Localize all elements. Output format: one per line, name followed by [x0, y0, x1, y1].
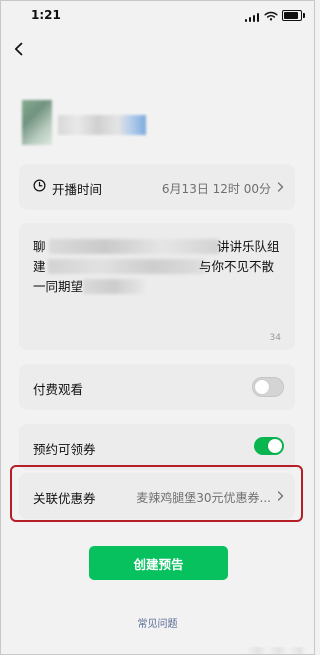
status-time: 1:21: [31, 8, 61, 22]
redacted-text-block: [83, 279, 145, 294]
linked-coupon-value: 麦辣鸡腿堡30元优惠券...: [136, 491, 271, 505]
status-icons: [245, 7, 305, 23]
battery-icon: [282, 10, 305, 21]
battery-fill: [284, 12, 298, 19]
back-chevron-icon[interactable]: [10, 40, 28, 58]
create-preview-button[interactable]: 创建预告: [89, 546, 228, 580]
faq-link[interactable]: 常见问题: [0, 615, 315, 630]
redacted-text-block: [48, 259, 205, 274]
chevron-right-icon: [277, 182, 284, 192]
toggle-knob: [255, 380, 269, 394]
description-line-1-left: 聊: [33, 239, 46, 254]
paid-watch-toggle[interactable]: [252, 377, 284, 397]
linked-coupon-row[interactable]: 关联优惠券 麦辣鸡腿堡30元优惠券...: [19, 473, 295, 519]
description-line-3-left: 一同期望: [33, 279, 84, 294]
reserve-coupon-label: 预约可领券: [33, 442, 96, 457]
start-time-value: 6月13日 12时 00分: [161, 182, 271, 196]
start-time-row[interactable]: 开播时间 6月13日 12时 00分: [19, 164, 295, 210]
paid-watch-label: 付费观看: [33, 382, 84, 397]
toggle-knob: [268, 439, 282, 453]
redacted-text-block: [49, 239, 219, 254]
chevron-right-icon: [277, 491, 284, 501]
description-line-2: 建 与你不见不散: [33, 257, 287, 277]
clock-icon: [33, 179, 46, 192]
paid-watch-row: 付费观看: [19, 364, 295, 410]
description-textarea[interactable]: 聊 讲讲乐队组 建 与你不见不散 一同期望 34: [19, 223, 295, 350]
phone-screen: 1:21 开播时间 6月13日 12时 00分 聊 讲讲乐队组 建 与你不见不散…: [0, 0, 315, 655]
blurred-account-name: [58, 115, 146, 135]
description-line-3: 一同期望: [33, 277, 287, 297]
start-time-label: 开播时间: [52, 182, 103, 197]
reserve-coupon-row: 预约可领券: [19, 424, 295, 470]
faint-watermark: [246, 647, 306, 654]
status-bar: 1:21: [0, 0, 315, 32]
description-line-1-right: 讲讲乐队组: [217, 239, 280, 254]
description-line-2-left: 建: [33, 259, 46, 274]
wifi-icon: [264, 11, 278, 21]
reserve-coupon-toggle[interactable]: [254, 437, 284, 455]
description-line-1: 聊 讲讲乐队组: [33, 237, 287, 257]
character-count: 34: [269, 333, 281, 343]
signal-icon: [245, 12, 259, 22]
linked-coupon-label: 关联优惠券: [33, 491, 96, 506]
description-line-2-right: 与你不见不散: [199, 259, 275, 274]
blurred-avatar: [22, 100, 52, 145]
description-text: 聊 讲讲乐队组 建 与你不见不散 一同期望: [33, 237, 287, 297]
